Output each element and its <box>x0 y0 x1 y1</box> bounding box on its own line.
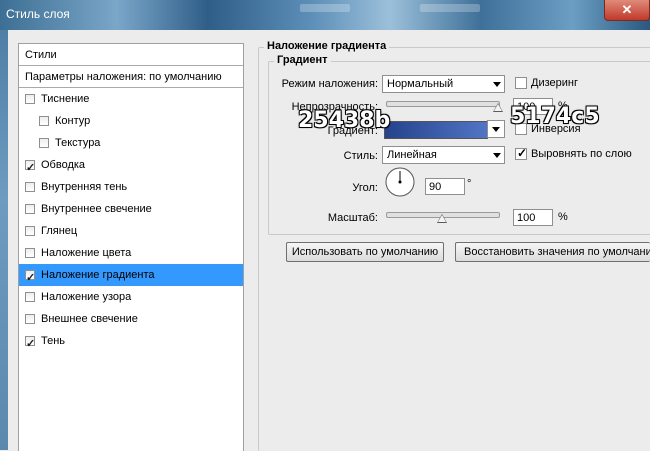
chevron-down-icon <box>493 82 501 87</box>
scale-slider-handle[interactable] <box>437 214 447 223</box>
style-item-label: Тиснение <box>41 93 90 105</box>
background-blur <box>300 4 350 12</box>
style-item-checkbox[interactable] <box>25 248 35 258</box>
style-select[interactable]: Линейная <box>382 146 505 164</box>
style-item-label: Наложение градиента <box>41 269 155 281</box>
style-item-label: Обводка <box>41 159 86 171</box>
style-item-label: Тень <box>41 335 66 347</box>
style-label: Стиль: <box>343 150 378 162</box>
style-item[interactable]: Внутренняя тень <box>19 176 243 198</box>
style-item-checkbox[interactable] <box>25 333 35 355</box>
window-frame <box>0 30 8 450</box>
angle-dial[interactable] <box>384 166 416 198</box>
scale-label: Масштаб: <box>327 212 378 224</box>
blend-mode-label: Режим наложения: <box>281 78 378 90</box>
style-item-checkbox[interactable] <box>25 267 35 289</box>
right-color-annotation: 5174c5 <box>510 104 600 129</box>
style-item-checkbox[interactable] <box>25 182 35 192</box>
chevron-down-icon <box>493 153 501 158</box>
blending-options-item[interactable]: Параметры наложения: по умолчанию <box>19 66 243 88</box>
style-item-checkbox[interactable] <box>25 157 35 179</box>
style-item-label: Наложение цвета <box>41 247 132 259</box>
style-item-label: Глянец <box>41 225 78 237</box>
style-item[interactable]: Тень <box>19 330 243 355</box>
angle-unit: ° <box>467 178 472 190</box>
opacity-slider-track[interactable] <box>386 101 500 107</box>
title-bar[interactable]: Стиль слоя ✕ <box>0 0 650 30</box>
scale-unit: % <box>558 211 568 223</box>
style-item-checkbox[interactable] <box>25 314 35 324</box>
window-title: Стиль слоя <box>6 7 70 21</box>
angle-input[interactable]: 90 <box>425 178 465 195</box>
align-with-layer-checkbox[interactable] <box>515 146 527 160</box>
style-item-label: Внешнее свечение <box>41 313 138 325</box>
gradient-picker-dropdown[interactable] <box>487 120 505 138</box>
style-item[interactable]: Тиснение <box>19 88 243 110</box>
angle-center <box>398 180 402 184</box>
style-item-checkbox[interactable] <box>25 94 35 104</box>
blend-mode-select[interactable]: Нормальный <box>382 75 505 93</box>
style-item[interactable]: Внутреннее свечение <box>19 198 243 220</box>
style-item[interactable]: Обводка <box>19 154 243 179</box>
dither-checkbox[interactable] <box>515 77 527 89</box>
style-item-checkbox[interactable] <box>39 138 49 148</box>
style-item-label: Внутреннее свечение <box>41 203 152 215</box>
style-item[interactable]: Контур <box>19 110 243 132</box>
section-title: Наложение градиента <box>264 40 390 52</box>
style-item[interactable]: Внешнее свечение <box>19 308 243 330</box>
left-color-annotation: 25438b <box>298 108 391 133</box>
style-item[interactable]: Глянец <box>19 220 243 242</box>
background-blur <box>420 4 480 12</box>
close-button[interactable]: ✕ <box>604 0 650 21</box>
use-default-button[interactable]: Использовать по умолчанию <box>286 242 444 262</box>
styles-list: Стили Параметры наложения: по умолчанию … <box>18 43 244 451</box>
style-item[interactable]: Наложение цвета <box>19 242 243 264</box>
scale-input[interactable]: 100 <box>513 209 553 226</box>
chevron-down-icon <box>492 127 500 132</box>
angle-label: Угол: <box>352 182 378 194</box>
restore-defaults-button[interactable]: Восстановить значения по умолчанию <box>455 242 650 262</box>
align-with-layer-label: Выровнять по слою <box>531 148 632 160</box>
style-item-checkbox[interactable] <box>39 116 49 126</box>
style-item[interactable]: Текстура <box>19 132 243 154</box>
close-icon: ✕ <box>621 2 633 17</box>
style-item[interactable]: Наложение узора <box>19 286 243 308</box>
style-item-checkbox[interactable] <box>25 292 35 302</box>
dither-label: Дизеринг <box>531 77 578 89</box>
style-item-label: Наложение узора <box>41 291 132 303</box>
style-item[interactable]: Наложение градиента <box>19 264 243 289</box>
style-item-label: Внутренняя тень <box>41 181 128 193</box>
styles-header[interactable]: Стили <box>19 44 243 66</box>
style-item-label: Контур <box>55 115 91 127</box>
group-title: Градиент <box>274 54 331 66</box>
style-item-checkbox[interactable] <box>25 204 35 214</box>
style-item-label: Текстура <box>55 137 101 149</box>
style-item-checkbox[interactable] <box>25 226 35 236</box>
gradient-swatch[interactable] <box>384 121 488 139</box>
opacity-slider-handle[interactable] <box>493 103 503 112</box>
